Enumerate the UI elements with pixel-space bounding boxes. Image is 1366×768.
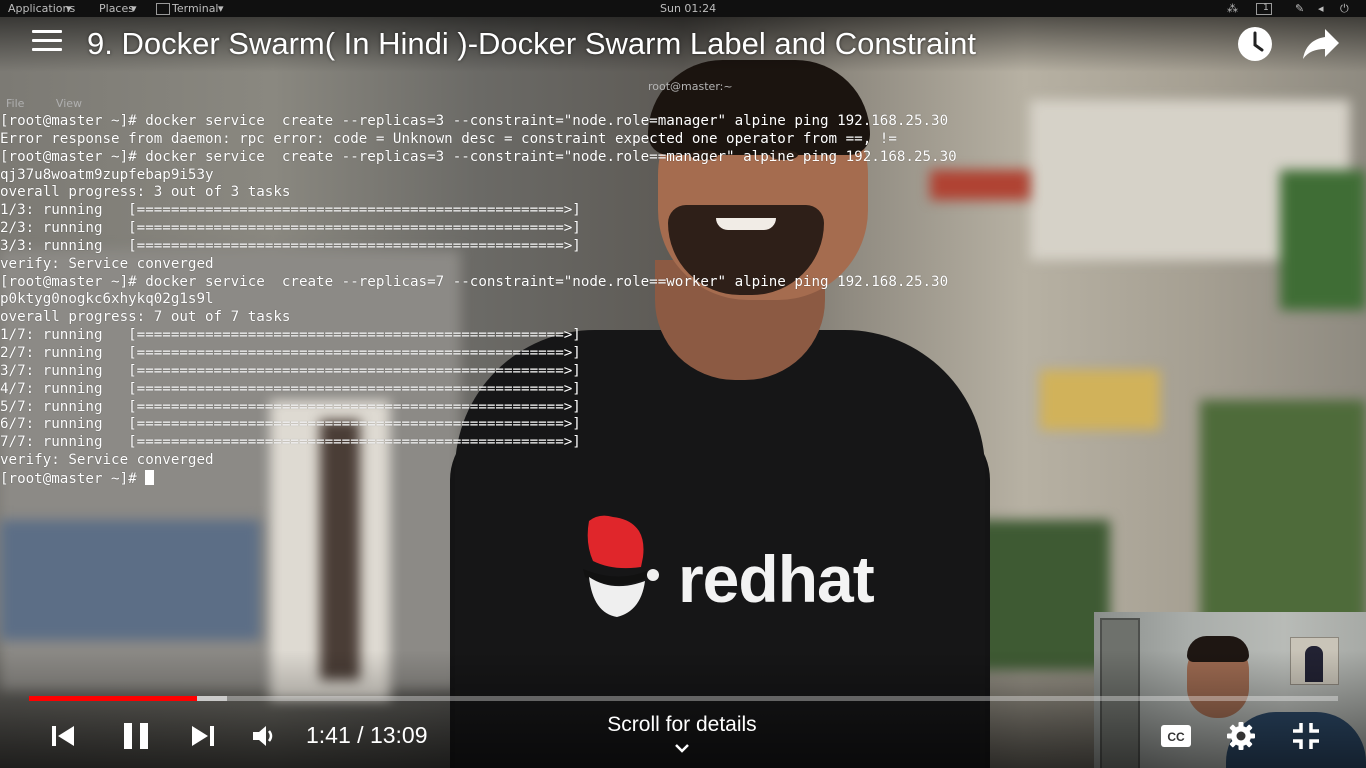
watch-later-icon[interactable] <box>1236 25 1274 63</box>
applications-menu-arrow-icon: ▾ <box>66 2 72 15</box>
panel-clock[interactable]: Sun 01:24 <box>660 2 716 15</box>
terminal-line: 3/3: running [==========================… <box>0 237 581 254</box>
share-icon[interactable] <box>1301 25 1341 63</box>
terminal-line: Error response from daemon: rpc error: c… <box>0 130 897 147</box>
terminal-menu[interactable]: Terminal <box>172 2 219 15</box>
settings-icon[interactable] <box>1226 721 1256 751</box>
terminal-menu-view[interactable]: View <box>56 97 82 110</box>
terminal-line: 6/7: running [==========================… <box>0 416 581 433</box>
terminal-window[interactable]: root@master:~ File View [root@master ~]#… <box>0 55 1100 487</box>
terminal-line: [root@master ~]# docker service create -… <box>0 273 949 290</box>
places-menu[interactable]: Places <box>99 2 134 15</box>
time-separator: / <box>350 722 370 748</box>
terminal-line: 2/7: running [==========================… <box>0 344 581 361</box>
terminal-prompt: [root@master ~]# <box>0 470 146 487</box>
terminal-line: overall progress: 3 out of 3 tasks <box>0 184 291 201</box>
terminal-line: 4/7: running [==========================… <box>0 380 581 397</box>
volume-tray-icon[interactable]: ◂ <box>1318 2 1324 15</box>
terminal-menu-file[interactable]: File <box>6 97 24 110</box>
current-time: 1:41 <box>306 722 351 748</box>
terminal-line: 2/3: running [==========================… <box>0 220 581 237</box>
workspace-number: 1 <box>1263 3 1269 13</box>
played-bar <box>29 696 197 701</box>
next-icon[interactable] <box>190 723 216 749</box>
time-display: 1:41 / 13:09 <box>306 722 428 749</box>
terminal-line: qj37u8woatm9zupfebap9i53y <box>0 166 214 183</box>
places-menu-arrow-icon: ▾ <box>131 2 137 15</box>
terminal-line: 1/7: running [==========================… <box>0 327 581 344</box>
power-icon[interactable]: ⏻ <box>1340 2 1349 16</box>
volume-icon[interactable] <box>251 723 277 749</box>
exit-fullscreen-icon[interactable] <box>1292 722 1320 750</box>
terminal-menubar: File View <box>6 97 110 110</box>
terminal-line: [root@master ~]# docker service create -… <box>0 148 957 165</box>
desktop-top-panel: Applications ▾ Places ▾ Terminal ▾ Sun 0… <box>0 0 1366 17</box>
seek-bar[interactable] <box>29 696 1338 701</box>
terminal-line: 5/7: running [==========================… <box>0 398 581 415</box>
captions-icon[interactable]: CC <box>1160 724 1192 748</box>
chevron-down-icon <box>675 744 689 753</box>
previous-icon[interactable] <box>50 723 76 749</box>
network-icon[interactable]: ⁂ <box>1227 2 1238 15</box>
terminal-cursor <box>145 469 155 485</box>
terminal-line: 3/7: running [==========================… <box>0 362 581 379</box>
scroll-for-details[interactable]: Scroll for details <box>560 713 804 753</box>
menu-icon[interactable] <box>32 30 62 56</box>
scroll-hint-label: Scroll for details <box>607 713 757 736</box>
terminal-output[interactable]: [root@master ~]# docker service create -… <box>0 113 957 489</box>
terminal-line: overall progress: 7 out of 7 tasks <box>0 309 291 326</box>
terminal-line: 1/3: running [==========================… <box>0 202 581 219</box>
video-title[interactable]: 9. Docker Swarm( In Hindi )-Docker Swarm… <box>87 26 976 62</box>
terminal-line: verify: Service converged <box>0 452 214 469</box>
terminal-line: verify: Service converged <box>0 255 214 272</box>
terminal-line: [root@master ~]# docker service create -… <box>0 113 949 129</box>
pause-icon[interactable] <box>121 721 151 751</box>
terminal-line: p0ktyg0nogkc6xhykq02g1s9l <box>0 291 214 308</box>
terminal-title: root@master:~ <box>648 80 733 93</box>
duration: 13:09 <box>369 722 428 748</box>
terminal-menu-arrow-icon: ▾ <box>218 2 224 15</box>
pen-icon[interactable]: ✎ <box>1295 2 1304 15</box>
terminal-line: 7/7: running [==========================… <box>0 434 581 451</box>
terminal-app-icon <box>156 2 172 15</box>
svg-text:CC: CC <box>1167 730 1185 744</box>
